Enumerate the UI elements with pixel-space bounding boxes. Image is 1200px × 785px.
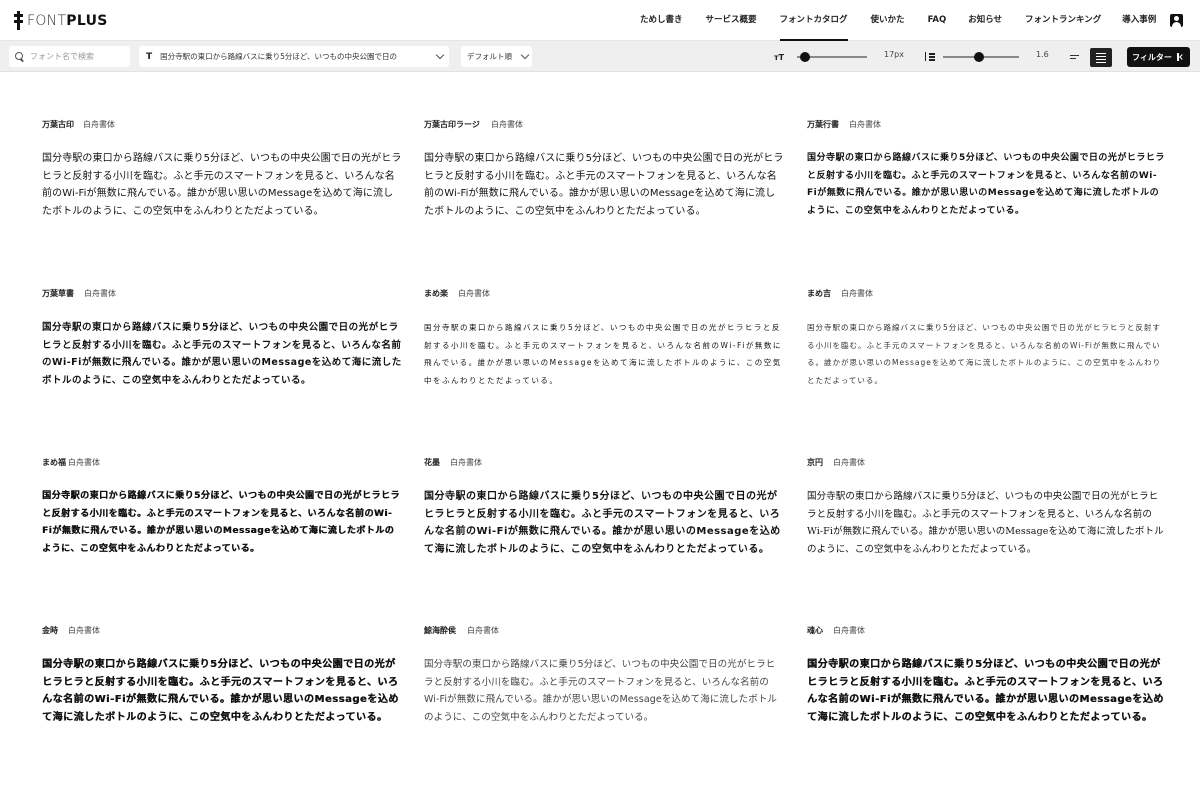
font-name: まめ吉	[807, 289, 831, 298]
font-sample-text: 国分寺駅の東口から路線バスに乗り5分ほど、いつもの中央公園で日の光がヒラヒラと反…	[42, 322, 402, 386]
font-sample-text: 国分寺駅の東口から路線バスに乗り5分ほど、いつもの中央公園で日の光がヒラヒラと反…	[424, 659, 778, 723]
chevron-down-icon	[435, 50, 445, 60]
font-card[interactable]: 万葉古印ラージ 白舟書体 国分寺駅の東口から路線バスに乗り5分ほど、いつもの中央…	[424, 119, 784, 279]
font-vendor: 白舟書体	[450, 458, 482, 467]
font-vendor: 白舟書体	[68, 458, 100, 467]
align-left-button[interactable]	[1064, 49, 1084, 66]
nav-item-news[interactable]: お知らせ	[968, 0, 1002, 41]
font-size-slider-knob[interactable]	[800, 52, 811, 62]
nav-item-trial[interactable]: ためし書き	[640, 0, 683, 41]
font-vendor: 白舟書体	[458, 289, 490, 298]
font-card[interactable]: 万葉行書 白舟書体 国分寺駅の東口から路線バスに乗り5分ほど、いつもの中央公園で…	[807, 119, 1167, 279]
nav-item-howto[interactable]: 使いかた	[871, 0, 905, 41]
font-vendor: 白舟書体	[467, 626, 499, 635]
font-name: まめ福	[42, 458, 66, 467]
filter-button[interactable]: フィルター	[1127, 47, 1190, 67]
font-name: 万葉草書	[42, 289, 74, 298]
logo-mark-icon	[14, 11, 23, 30]
font-size-value: 17px	[884, 50, 904, 59]
sort-order-select[interactable]: デフォルト順	[461, 46, 532, 67]
sort-order-value: デフォルト順	[467, 52, 512, 61]
sample-text-select[interactable]: T 国分寺駅の東口から路線バスに乗り5分ほど、いつもの中央公園で日の	[139, 46, 449, 67]
font-vendor: 白舟書体	[849, 120, 881, 129]
nav-item-ranking[interactable]: フォントランキング	[1025, 0, 1101, 41]
sample-text-value: 国分寺駅の東口から路線バスに乗り5分ほど、いつもの中央公園で日の	[160, 52, 398, 61]
filter-button-label: フィルター	[1132, 52, 1172, 62]
nav-item-cases[interactable]: 導入事例	[1122, 0, 1156, 41]
font-sample-text: 国分寺駅の東口から路線バスに乗り5分ほど、いつもの中央公園で日の光がヒラヒラと反…	[807, 659, 1164, 723]
text-t-icon: T	[146, 51, 153, 62]
font-name: 鯨海酔侯	[424, 626, 456, 635]
chevron-down-icon	[520, 50, 530, 60]
site-header: FONTPLUS ためし書き サービス概要 フォントカタログ 使いかた FAQ …	[0, 0, 1200, 41]
font-name: 魂心	[807, 626, 823, 635]
font-name: 万葉古印	[42, 120, 74, 129]
collapse-left-icon	[1177, 53, 1184, 61]
font-size-slider[interactable]	[797, 52, 867, 62]
font-name: 万葉古印ラージ	[424, 120, 480, 129]
catalog-toolbar: T 国分寺駅の東口から路線バスに乗り5分ほど、いつもの中央公園で日の デフォルト…	[0, 41, 1200, 72]
main-nav: ためし書き サービス概要 フォントカタログ 使いかた FAQ お知らせ フォント…	[640, 0, 1156, 41]
logo-text-left: FONT	[27, 12, 67, 29]
font-card[interactable]: 鯨海酔侯 白舟書体 国分寺駅の東口から路線バスに乗り5分ほど、いつもの中央公園で…	[424, 625, 784, 785]
nav-item-faq[interactable]: FAQ	[928, 0, 947, 41]
user-account-icon[interactable]	[1170, 14, 1183, 27]
font-card[interactable]: まめ福 白舟書体 国分寺駅の東口から路線バスに乗り5分ほど、いつもの中央公園で日…	[42, 457, 402, 617]
font-sample-text: 国分寺駅の東口から路線バスに乗り5分ほど、いつもの中央公園で日の光がヒラヒラと反…	[807, 153, 1165, 216]
nav-item-service[interactable]: サービス概要	[706, 0, 757, 41]
font-sample-text: 国分寺駅の東口から路線バスに乗り5分ほど、いつもの中央公園で日の光がヒラヒラと反…	[42, 153, 402, 217]
logo-text-right: PLUS	[66, 12, 108, 29]
font-sample-text: 国分寺駅の東口から路線バスに乗り5分ほど、いつもの中央公園で日の光がヒラヒラと反…	[42, 491, 400, 554]
search-icon	[15, 52, 24, 61]
font-sample-text: 国分寺駅の東口から路線バスに乗り5分ほど、いつもの中央公園で日の光がヒラヒラと反…	[424, 153, 784, 217]
font-name: 金時	[42, 626, 58, 635]
font-card[interactable]: 万葉草書 白舟書体 国分寺駅の東口から路線バスに乗り5分ほど、いつもの中央公園で…	[42, 288, 402, 448]
font-vendor: 白舟書体	[84, 289, 116, 298]
font-search-input[interactable]	[30, 52, 125, 61]
font-card[interactable]: まめ楽 白舟書体 国分寺駅の東口から路線バスに乗り5分ほど、いつもの中央公園で日…	[424, 288, 784, 448]
font-sample-text: 国分寺駅の東口から路線バスに乗り5分ほど、いつもの中央公園で日の光がヒラヒラと反…	[807, 323, 1162, 385]
font-search-box[interactable]	[9, 46, 130, 67]
font-vendor: 白舟書体	[833, 458, 865, 467]
line-height-slider-knob[interactable]	[974, 52, 985, 62]
font-vendor: 白舟書体	[491, 120, 523, 129]
font-catalog-grid: 万葉古印 白舟書体 国分寺駅の東口から路線バスに乗り5分ほど、いつもの中央公園で…	[0, 72, 1200, 723]
font-card[interactable]: 魂心 白舟書体 国分寺駅の東口から路線バスに乗り5分ほど、いつもの中央公園で日の…	[807, 625, 1167, 785]
nav-item-catalog[interactable]: フォントカタログ	[779, 0, 848, 41]
font-card[interactable]: 金時 白舟書体 国分寺駅の東口から路線バスに乗り5分ほど、いつもの中央公園で日の…	[42, 625, 402, 785]
font-card[interactable]: 京円 白舟書体 国分寺駅の東口から路線バスに乗り5分ほど、いつもの中央公園で日の…	[807, 457, 1167, 617]
font-card[interactable]: まめ吉 白舟書体 国分寺駅の東口から路線バスに乗り5分ほど、いつもの中央公園で日…	[807, 288, 1167, 448]
font-vendor: 白舟書体	[83, 120, 115, 129]
align-justify-button[interactable]	[1090, 48, 1112, 67]
font-name: 京円	[807, 458, 823, 467]
font-sample-text: 国分寺駅の東口から路線バスに乗り5分ほど、いつもの中央公園で日の光がヒラヒラと反…	[42, 659, 399, 723]
font-vendor: 白舟書体	[841, 289, 873, 298]
font-card[interactable]: 花墨 白舟書体 国分寺駅の東口から路線バスに乗り5分ほど、いつもの中央公園で日の…	[424, 457, 784, 617]
font-name: まめ楽	[424, 289, 448, 298]
fontplus-logo[interactable]: FONTPLUS	[14, 11, 108, 30]
font-sample-text: 国分寺駅の東口から路線バスに乗り5分ほど、いつもの中央公園で日の光がヒラヒラと反…	[424, 491, 781, 555]
font-sample-text: 国分寺駅の東口から路線バスに乗り5分ほど、いつもの中央公園で日の光がヒラヒラと反…	[807, 491, 1164, 555]
font-card[interactable]: 万葉古印 白舟書体 国分寺駅の東口から路線バスに乗り5分ほど、いつもの中央公園で…	[42, 119, 402, 279]
font-name: 万葉行書	[807, 120, 839, 129]
line-height-icon	[925, 52, 935, 61]
font-sample-text: 国分寺駅の東口から路線バスに乗り5分ほど、いつもの中央公園で日の光がヒラヒラと反…	[424, 323, 782, 385]
line-height-value: 1.6	[1036, 50, 1049, 59]
font-size-icon: тT	[774, 53, 785, 62]
font-vendor: 白舟書体	[833, 626, 865, 635]
font-name: 花墨	[424, 458, 440, 467]
line-height-slider[interactable]	[943, 52, 1019, 62]
font-vendor: 白舟書体	[68, 626, 100, 635]
